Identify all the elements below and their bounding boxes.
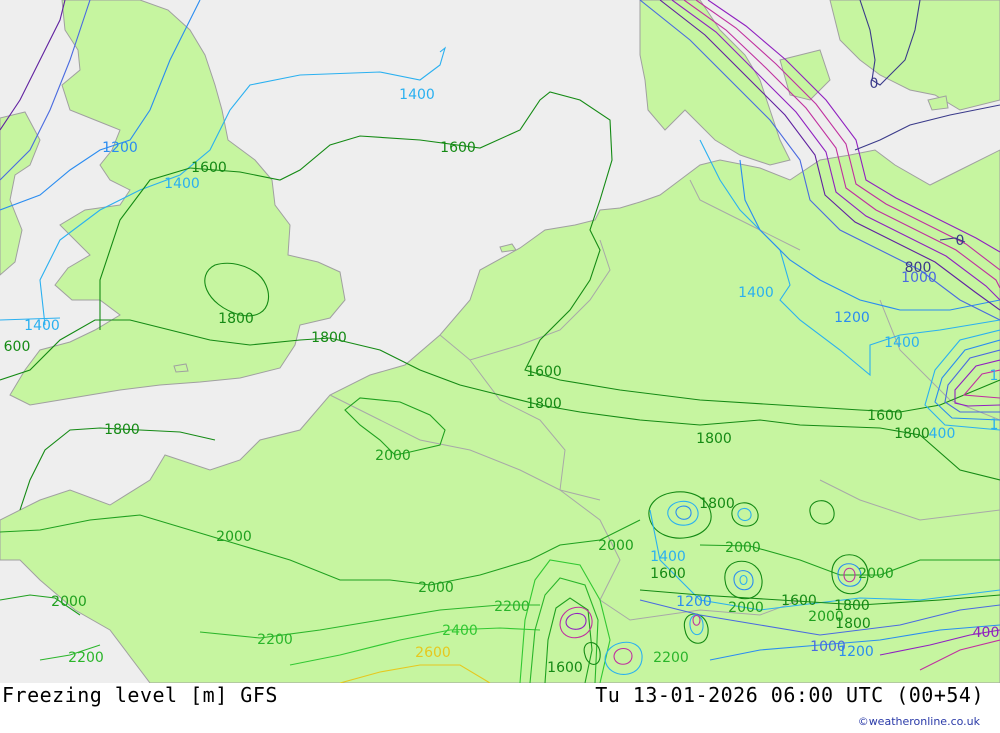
contour-label: 400 bbox=[929, 426, 956, 442]
contour-label: 2000 bbox=[598, 538, 634, 554]
land-small-isle bbox=[173, 363, 189, 373]
contour-label: 1600 bbox=[547, 660, 583, 676]
contour-label: 1400 bbox=[164, 176, 200, 192]
contour-label: 1800 bbox=[696, 431, 732, 447]
contour-label: 1600 bbox=[867, 408, 903, 424]
contour-label: 2200 bbox=[68, 650, 104, 666]
contour-label: 2600 bbox=[415, 645, 451, 661]
contour-label: 1400 bbox=[884, 335, 920, 351]
contour-label: 1600 bbox=[191, 160, 227, 176]
contour-label: 2200 bbox=[494, 599, 530, 615]
contour-label: 1400 bbox=[399, 87, 435, 103]
contour-label: 1 bbox=[990, 368, 999, 384]
contour-label: 1800 bbox=[835, 616, 871, 632]
contour-label: 1400 bbox=[738, 285, 774, 301]
contour-label: 2000 bbox=[216, 529, 252, 545]
contour-label: 2400 bbox=[442, 623, 478, 639]
contour-label: 1800 bbox=[526, 396, 562, 412]
contour-label: 1800 bbox=[894, 426, 930, 442]
forecast-datetime: Tu 13-01-2026 06:00 UTC (00+54) bbox=[595, 683, 984, 707]
contour-label: 2000 bbox=[375, 448, 411, 464]
contour-label: 2200 bbox=[257, 632, 293, 648]
contour-label: 0 bbox=[870, 76, 879, 92]
map-title: Freezing level [m] GFS bbox=[2, 683, 278, 707]
contour-label: 1400 bbox=[650, 549, 686, 565]
contour-label: 1200 bbox=[838, 644, 874, 660]
contour-label: 1 bbox=[990, 417, 999, 433]
contour-label: 1200 bbox=[834, 310, 870, 326]
contour-label: 600 bbox=[4, 339, 31, 355]
contour-label: 1400 bbox=[24, 318, 60, 334]
contour-label: 1800 bbox=[218, 311, 254, 327]
contour-label: 2000 bbox=[725, 540, 761, 556]
contour-label: 0 bbox=[956, 233, 965, 249]
freezing-level-map: 1400 1200 1400 1600 1600 1800 1400 600 1… bbox=[0, 0, 1000, 683]
contour-label: 1600 bbox=[526, 364, 562, 380]
contour-label: 2200 bbox=[653, 650, 689, 666]
contour-label: 1200 bbox=[102, 140, 138, 156]
contour-label: 1600 bbox=[781, 593, 817, 609]
contour-label: 800 bbox=[905, 260, 932, 276]
contour-label: 400 bbox=[973, 625, 1000, 641]
contour-label: 1600 bbox=[440, 140, 476, 156]
contour-label: 2000 bbox=[728, 600, 764, 616]
contour-label: 2000 bbox=[858, 566, 894, 582]
contour-label: 1800 bbox=[699, 496, 735, 512]
contour-label: 1600 bbox=[650, 566, 686, 582]
contour-label: 1200 bbox=[676, 594, 712, 610]
map-footer: Freezing level [m] GFS Tu 13-01-2026 06:… bbox=[0, 683, 1000, 733]
credit-link[interactable]: ©weatheronline.co.uk bbox=[858, 715, 980, 728]
contour-label: 1800 bbox=[104, 422, 140, 438]
contour-label: 1800 bbox=[311, 330, 347, 346]
